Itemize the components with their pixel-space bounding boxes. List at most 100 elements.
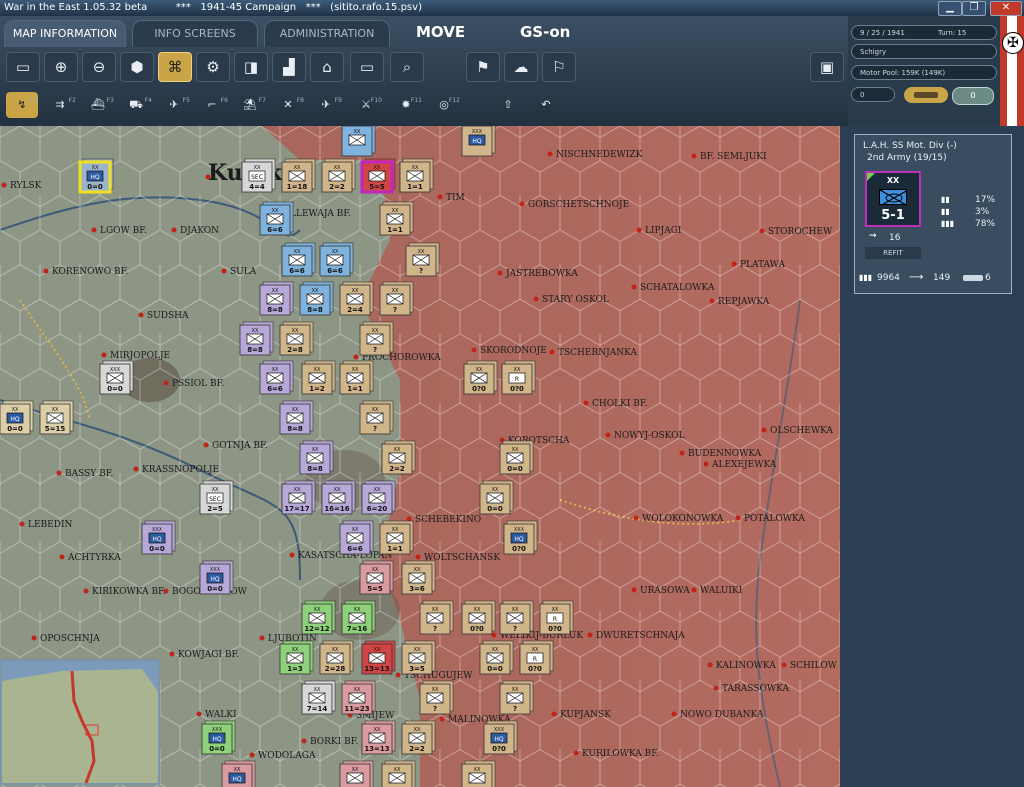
gear-button[interactable]: ⚙ <box>196 52 230 82</box>
up-button[interactable]: ⇧ <box>492 92 524 118</box>
zoom-in-button[interactable]: ⊕ <box>44 52 78 82</box>
toggle-button[interactable]: ◨ <box>234 52 268 82</box>
unit-counter[interactable]: XX 2=2 <box>401 720 436 755</box>
unit-counter[interactable]: XX R 0?0 <box>539 600 574 635</box>
search-button[interactable]: ⌕ <box>390 52 424 82</box>
ship-button[interactable]: ⛴ F3 <box>82 92 114 118</box>
unit-counter[interactable]: XX R 0?0 <box>519 640 554 675</box>
paradrop-button[interactable]: ⛱ F7 <box>234 92 266 118</box>
unit-counter[interactable]: XX 16=16 <box>321 480 356 515</box>
weather-button[interactable]: ☁ <box>504 52 538 82</box>
restore-button[interactable]: ❐ <box>962 1 986 16</box>
unit-counter[interactable]: XX 6=6 <box>281 242 316 277</box>
unit-counter[interactable]: XX SEC 2=5 <box>199 480 234 515</box>
unit-counter[interactable]: XX 0=0 <box>479 640 514 675</box>
unit-counter-large[interactable]: XX 5-1 <box>865 171 921 227</box>
supply-button[interactable]: ▟ <box>272 52 306 82</box>
unit-counter[interactable]: XXX 0=0 <box>99 360 134 395</box>
unit-counter[interactable]: XX 6=6 <box>339 520 374 555</box>
hex-button[interactable]: ⬢ <box>120 52 154 82</box>
unit-counter[interactable]: XX 0=0 <box>479 480 514 515</box>
unit-counter[interactable]: XX? <box>405 242 440 277</box>
unit-counter[interactable]: XXX HQ 0=0 <box>199 560 234 595</box>
display-button[interactable]: ▣ <box>810 52 844 82</box>
unit-counter[interactable]: XXX HQ 0?0 <box>483 720 518 755</box>
zoom-out-button[interactable]: ⊖ <box>82 52 116 82</box>
unit-counter[interactable]: XX 11=23 <box>341 680 376 715</box>
unit-counter[interactable]: XX <box>341 126 376 157</box>
unit-counter[interactable]: XX 8=8 <box>299 281 334 316</box>
unit-counter[interactable]: XX 5=5 <box>360 158 396 194</box>
unit-counter[interactable]: XX 3=5 <box>401 640 436 675</box>
undo-button[interactable]: ↶ <box>530 92 562 118</box>
unit-counter[interactable]: XX? <box>419 600 454 635</box>
unit-counter[interactable]: XX 6=20 <box>361 480 396 515</box>
minimap-canvas[interactable] <box>2 661 158 784</box>
unit-counter[interactable]: XX 1=1 <box>379 201 414 236</box>
road-button[interactable]: ↯ F1 <box>6 92 38 118</box>
unit-counter[interactable]: XXX HQ <box>461 126 496 157</box>
rail-button[interactable]: ⇉ F2 <box>44 92 76 118</box>
unit-counter[interactable]: XX 1=1 <box>399 158 434 193</box>
unit-counter[interactable]: XX SEC 4=4 <box>241 158 276 193</box>
unit-counter[interactable]: XX HQ 0=0 <box>78 158 114 194</box>
unit-counter[interactable]: XX 2=2 <box>381 440 416 475</box>
tab-move[interactable]: MOVE <box>416 23 465 41</box>
unit-counter[interactable]: XX <box>461 760 496 787</box>
unit-counter[interactable]: XX 7=16 <box>341 600 376 635</box>
unit-counter[interactable]: XX 13=13 <box>361 720 396 755</box>
unit-counter[interactable]: XX 13=13 <box>361 640 396 675</box>
unit-counter[interactable]: XXX HQ 0=0 <box>141 520 176 555</box>
close-button[interactable]: ✕ <box>990 1 1022 16</box>
unit-counter[interactable]: XX 6=6 <box>259 201 294 236</box>
unit-counter[interactable]: XX HQ 0=0 <box>0 400 34 435</box>
unit-counter[interactable]: XX 1=1 <box>379 520 414 555</box>
unit-counter[interactable]: XX 0?0 <box>461 600 496 635</box>
unit-counter[interactable]: XX 1=3 <box>279 640 314 675</box>
tab-map-information[interactable]: MAP INFORMATION <box>4 20 126 47</box>
unit-counter[interactable]: XX 0=0 <box>499 440 534 475</box>
unit-counter[interactable]: XX 2=4 <box>339 281 374 316</box>
unit-counter[interactable]: XX 2=8 <box>279 321 314 356</box>
unit-counter[interactable]: XX 3=6 <box>401 560 436 595</box>
unit-counter[interactable]: XX 8=8 <box>279 400 314 435</box>
unit-counter[interactable]: XX? <box>499 600 534 635</box>
unit-counter[interactable]: XXX HQ 0?0 <box>503 520 538 555</box>
unit-counter[interactable]: XX 1=18 <box>281 158 316 193</box>
bridge-button[interactable]: ⌐ F6 <box>196 92 228 118</box>
refit-button[interactable]: REFIT <box>865 247 921 259</box>
strike-button[interactable]: ✸ F11 <box>390 92 422 118</box>
unit-button[interactable]: ⌘ <box>158 52 192 82</box>
unit-counter[interactable]: XX? <box>499 680 534 715</box>
factory-button[interactable]: ⌂ <box>310 52 344 82</box>
tab-info-screens[interactable]: INFO SCREENS <box>132 20 258 47</box>
unit-counter[interactable]: XX 0?0 <box>463 360 498 395</box>
unit-counter[interactable]: XX R 0?0 <box>501 360 536 395</box>
unit-counter[interactable]: XX 12=12 <box>301 600 336 635</box>
unit-counter[interactable]: XX 1=2 <box>301 360 336 395</box>
recon-button[interactable]: ⚔ F10 <box>350 92 382 118</box>
unit-counter[interactable]: XX <box>339 760 374 787</box>
bombard-button[interactable]: ✈ F9 <box>310 92 342 118</box>
unit-counter[interactable]: XX 8=8 <box>239 321 274 356</box>
compass-button[interactable]: ◎ F12 <box>428 92 460 118</box>
unit-counter[interactable]: XX <box>381 760 416 787</box>
toggle-counter-button[interactable]: 0 <box>952 87 994 105</box>
unit-counter[interactable]: XX 6=6 <box>259 360 294 395</box>
tank-button[interactable] <box>904 87 948 103</box>
unit-counter[interactable]: XXX HQ 0=0 <box>201 720 236 755</box>
attack-button[interactable]: ✕ F8 <box>272 92 304 118</box>
pennant-button[interactable]: ⚐ <box>542 52 576 82</box>
unit-counter[interactable]: XX? <box>419 680 454 715</box>
unit-counter[interactable]: XX 8=8 <box>259 281 294 316</box>
unit-counter[interactable]: XX 7=14 <box>301 680 336 715</box>
unit-counter[interactable]: XX 2=2 <box>321 158 356 193</box>
minimap[interactable] <box>0 659 160 785</box>
unit-counter[interactable]: XX? <box>379 281 414 316</box>
tab-administration[interactable]: ADMINISTRATION <box>264 20 390 47</box>
unit-counter[interactable]: XX 1=1 <box>339 360 374 395</box>
tab-gs-on[interactable]: GS-on <box>520 23 570 41</box>
layers-button[interactable]: ▭ <box>6 52 40 82</box>
unit-counter[interactable]: XX? <box>359 321 394 356</box>
unit-counter[interactable]: XX HQ <box>221 760 256 787</box>
